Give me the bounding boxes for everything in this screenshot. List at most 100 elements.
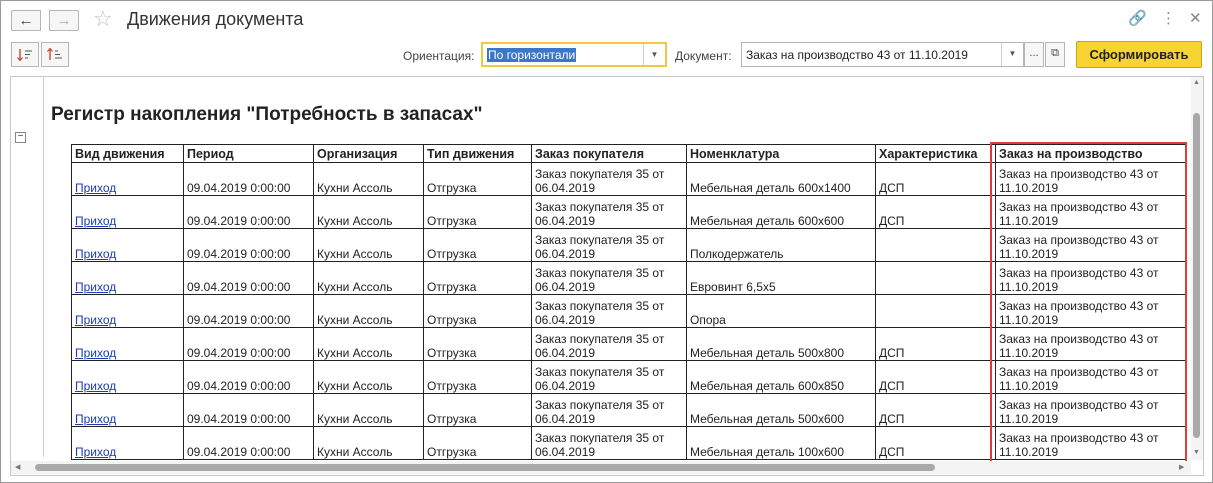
movement-type-link[interactable]: Приход [71,162,184,196]
table-cell: Заказ покупателя 35 от 06.04.2019 [531,294,687,328]
table-cell: ДСП [875,327,996,361]
column-header: Тип движения [423,144,532,163]
table-row: Приход 09.04.2019 0:00:00 Кухни Ассоль Отгр… [71,360,1187,394]
table-cell: ДСП [875,426,996,460]
close-icon[interactable]: ✕ [1189,10,1202,28]
table-row: Приход 09.04.2019 0:00:00 Кухни Ассоль Отгр… [71,294,1187,328]
table-row: Приход 09.04.2019 0:00:00 Кухни Ассоль Отгр… [71,327,1187,361]
movement-type-link[interactable]: Приход [71,360,184,394]
table-row: Приход 09.04.2019 0:00:00 Кухни Ассоль Отгр… [71,393,1187,427]
column-header: Заказ покупателя [531,144,687,163]
sort-descending-button[interactable] [41,42,69,67]
link-icon[interactable]: 🔗 [1128,10,1147,28]
table-cell: Мебельная деталь 600х850 [686,360,876,394]
table-cell: Отгрузка [423,360,532,394]
table-cell: Кухни Ассоль [313,327,424,361]
sort-ascending-icon [17,49,32,62]
table-cell: Кухни Ассоль [313,426,424,460]
movement-type-link[interactable]: Приход [71,261,184,295]
table-cell: 09.04.2019 0:00:00 [183,426,314,460]
table-cell: Заказ покупателя 35 от 06.04.2019 [531,426,687,460]
orientation-label: Ориентация: [403,49,475,63]
document-value: Заказ на производство 43 от 11.10.2019 [746,48,968,62]
sort-ascending-button[interactable] [11,42,39,67]
table-row: Приход 09.04.2019 0:00:00 Кухни Ассоль Отгр… [71,426,1187,460]
table-cell: Кухни Ассоль [313,228,424,262]
document-label: Документ: [675,49,732,63]
horizontal-scroll-thumb[interactable] [35,464,935,471]
table-cell: Кухни Ассоль [313,393,424,427]
table-cell: Заказ на производство 43 от 11.10.2019 [995,393,1187,427]
table-cell: Кухни Ассоль [313,294,424,328]
document-select[interactable]: Заказ на производство 43 от 11.10.2019 ▼ [741,42,1024,67]
orientation-select[interactable]: По горизонтали ▼ [481,42,667,67]
table-cell: Заказ покупателя 35 от 06.04.2019 [531,195,687,229]
movement-type-link[interactable]: Приход [71,195,184,229]
collapse-group-icon[interactable]: − [15,132,26,143]
table-cell: ДСП [875,162,996,196]
column-header: Номенклатура [686,144,876,163]
horizontal-scrollbar[interactable]: ◀ ▶ [11,461,1191,474]
group-divider [43,77,44,457]
table-cell: Заказ на производство 43 от 11.10.2019 [995,426,1187,460]
table-cell: Кухни Ассоль [313,261,424,295]
chevron-down-icon[interactable]: ▼ [643,44,665,65]
table-cell: Заказ покупателя 35 от 06.04.2019 [531,228,687,262]
table-cell: 09.04.2019 0:00:00 [183,393,314,427]
table-row: Приход 09.04.2019 0:00:00 Кухни Ассоль Отгр… [71,261,1187,295]
table-cell: Заказ на производство 43 от 11.10.2019 [995,294,1187,328]
table-row: Приход 09.04.2019 0:00:00 Кухни Ассоль Отгр… [71,162,1187,196]
document-choose-button[interactable]: ... [1024,42,1044,67]
table-cell: Заказ на производство 43 от 11.10.2019 [995,195,1187,229]
table-cell: Кухни Ассоль [313,162,424,196]
table-cell: Заказ на производство 43 от 11.10.2019 [995,360,1187,394]
movement-type-link[interactable]: Приход [71,426,184,460]
table-cell: 09.04.2019 0:00:00 [183,162,314,196]
table-cell: Отгрузка [423,327,532,361]
table-cell: 09.04.2019 0:00:00 [183,294,314,328]
sort-descending-icon [47,47,62,60]
table-cell: Заказ на производство 43 от 11.10.2019 [995,162,1187,196]
table-cell: Евровинт 6,5х5 [686,261,876,295]
table-cell [875,294,996,328]
forward-button[interactable]: → [49,10,79,31]
arrow-right-icon: → [56,12,72,29]
movement-type-link[interactable]: Приход [71,228,184,262]
vertical-scrollbar[interactable]: ▲ ▼ [1191,77,1203,460]
movement-type-link[interactable]: Приход [71,294,184,328]
scroll-down-icon[interactable]: ▼ [1193,449,1200,457]
vertical-scroll-thumb[interactable] [1193,113,1200,438]
movement-type-link[interactable]: Приход [71,393,184,427]
back-button[interactable]: ← [11,10,41,31]
table-cell: 09.04.2019 0:00:00 [183,261,314,295]
table-cell: Заказ на производство 43 от 11.10.2019 [995,327,1187,361]
table-cell: Заказ на производство 43 от 11.10.2019 [995,261,1187,295]
column-header: Заказ на производство [995,144,1187,163]
table-cell: Кухни Ассоль [313,195,424,229]
movement-type-link[interactable]: Приход [71,327,184,361]
document-movements-window: ← → ☆ Движения документа 🔗 ⋮ ✕ Ориентаци… [0,0,1213,483]
table-header-row: Вид движения Период Организация Тип движ… [71,144,1187,163]
scroll-left-icon[interactable]: ◀ [15,463,20,471]
document-open-button[interactable]: ⧉ [1045,42,1065,67]
table-cell: Заказ покупателя 35 от 06.04.2019 [531,162,687,196]
table-cell: Отгрузка [423,195,532,229]
ellipsis-icon: ... [1029,47,1039,59]
table-cell: Отгрузка [423,294,532,328]
chevron-down-icon[interactable]: ▼ [1001,43,1023,66]
table-cell: Заказ покупателя 35 от 06.04.2019 [531,261,687,295]
star-icon[interactable]: ☆ [93,7,113,31]
table-cell: ДСП [875,195,996,229]
scroll-up-icon[interactable]: ▲ [1193,79,1200,87]
table-cell: Заказ покупателя 35 от 06.04.2019 [531,360,687,394]
scroll-right-icon[interactable]: ▶ [1179,463,1184,471]
more-icon[interactable]: ⋮ [1161,10,1176,28]
table-cell: Мебельная деталь 500х800 [686,327,876,361]
arrow-left-icon: ← [18,12,34,29]
table-cell: 09.04.2019 0:00:00 [183,195,314,229]
table-cell: Отгрузка [423,228,532,262]
table-cell: Отгрузка [423,162,532,196]
report-title: Регистр накопления "Потребность в запаса… [51,104,483,125]
generate-button[interactable]: Сформировать [1076,41,1202,68]
orientation-value: По горизонтали [487,48,577,62]
